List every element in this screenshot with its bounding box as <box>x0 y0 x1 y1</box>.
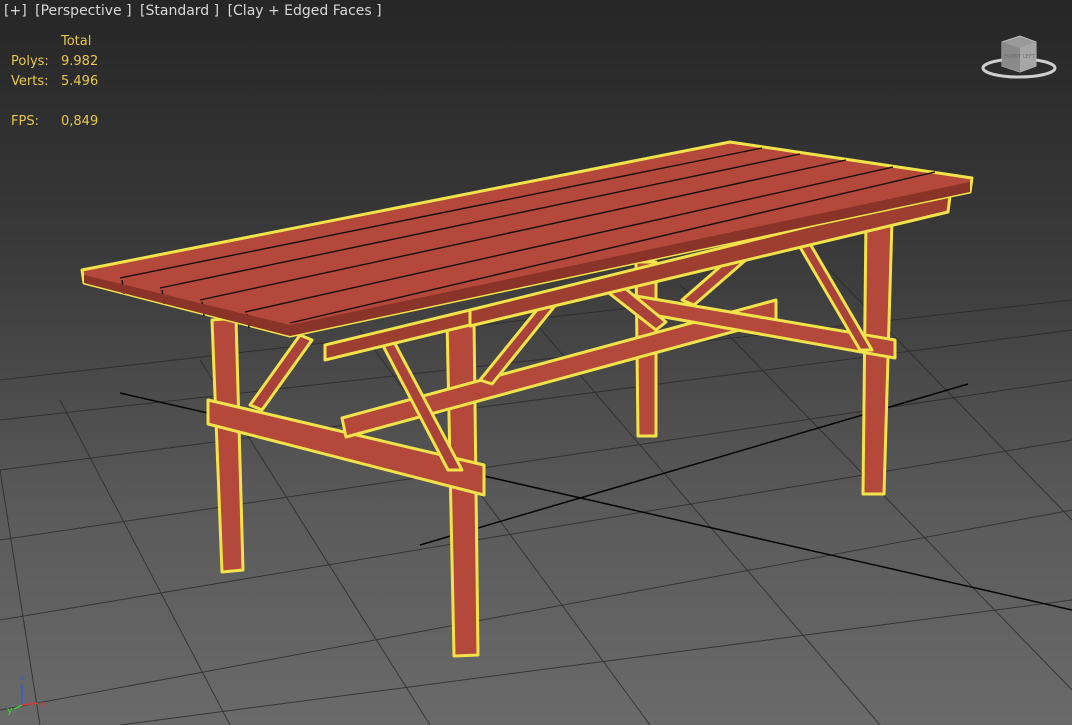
y-axis-label: y <box>7 706 13 715</box>
y-axis-line <box>13 704 23 710</box>
polys-label: Polys: <box>11 54 49 69</box>
polys-value: 9.982 <box>61 54 99 69</box>
point-of-view-menu[interactable]: [Perspective ] <box>35 3 131 19</box>
statistics-overlay: Total Polys: 9.982 Verts: 5.496 FPS: 0,8… <box>11 32 98 132</box>
fps-value: 0,849 <box>61 114 99 129</box>
stats-polys-row: Polys: 9.982 <box>11 52 98 72</box>
axis-tripod: z x y <box>7 673 46 715</box>
x-axis-label: x <box>40 700 46 710</box>
z-axis-label: z <box>20 673 25 683</box>
viewport-shading-menu[interactable]: [Standard ] <box>140 3 219 19</box>
viewport-label-menu[interactable]: [+] [Perspective ] [Standard ] [Clay + E… <box>4 3 386 19</box>
stats-fps-row: FPS: 0,849 <box>11 112 98 132</box>
viewcube-left-label: LEFT <box>1023 54 1036 60</box>
stats-verts-row: Verts: 5.496 <box>11 72 98 92</box>
viewport-canvas[interactable] <box>0 0 1072 725</box>
verts-label: Verts: <box>11 74 49 89</box>
verts-value: 5.496 <box>61 74 99 89</box>
ground-grid <box>0 269 1072 725</box>
visual-style-menu[interactable]: [Clay + Edged Faces ] <box>228 3 382 19</box>
fps-label: FPS: <box>11 114 39 129</box>
stats-header: Total <box>61 34 92 49</box>
x-axis-line <box>21 702 39 706</box>
viewcube[interactable]: FRONT LEFT <box>980 30 1058 86</box>
viewport-menu-button[interactable]: [+] <box>4 3 27 19</box>
table-model[interactable] <box>80 140 974 658</box>
viewcube-front-label: FRONT <box>1004 54 1022 60</box>
